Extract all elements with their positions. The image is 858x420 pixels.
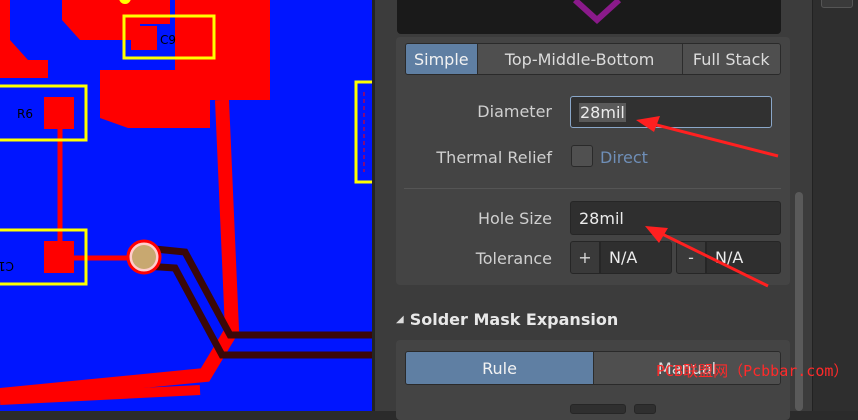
annotation-arrows xyxy=(636,116,779,288)
annotation-arrow-hole-size xyxy=(653,228,769,288)
watermark-text: PCB联盟网（Pcbbar.com） xyxy=(656,362,849,380)
annotation-arrowhead-diameter xyxy=(636,116,660,132)
annotation-arrow-diameter xyxy=(644,120,779,158)
